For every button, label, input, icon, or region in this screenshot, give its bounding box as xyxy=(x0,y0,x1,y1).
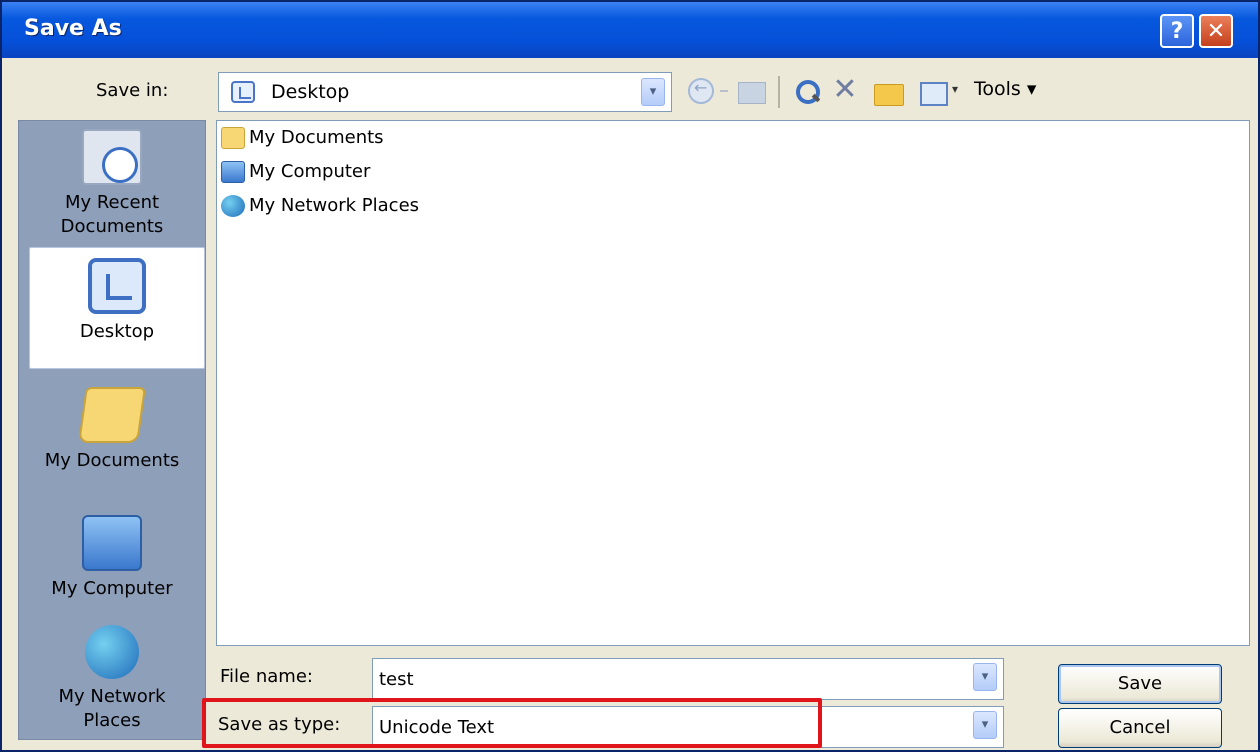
file-list[interactable]: My Documents My Computer My Network Plac… xyxy=(216,120,1250,646)
back-dropdown-divider xyxy=(720,90,728,92)
folder-icon xyxy=(221,127,245,149)
place-label: My Recent Documents xyxy=(60,192,164,237)
save-as-type-label: Save as type: xyxy=(218,714,341,735)
file-name: My Computer xyxy=(249,161,371,182)
place-my-recent-documents[interactable]: My Recent Documents xyxy=(19,129,205,239)
search-web-icon[interactable] xyxy=(794,78,820,104)
place-my-network-places[interactable]: My Network Places xyxy=(19,625,205,733)
chevron-down-icon[interactable]: ▾ xyxy=(973,663,997,691)
save-in-value: Desktop xyxy=(271,81,350,103)
cancel-button[interactable]: Cancel xyxy=(1058,708,1222,748)
save-in-label: Save in: xyxy=(96,80,169,101)
place-my-documents[interactable]: My Documents xyxy=(19,387,205,473)
my-documents-icon xyxy=(78,387,146,443)
chevron-down-icon[interactable]: ▾ xyxy=(641,78,665,106)
list-item[interactable]: My Documents xyxy=(221,123,384,153)
close-icon: ✕ xyxy=(1206,18,1226,44)
network-icon xyxy=(221,195,245,217)
toolbar-separator xyxy=(778,76,780,108)
computer-icon xyxy=(221,161,245,183)
title-bar[interactable]: Save As ? ✕ xyxy=(2,2,1258,58)
network-places-icon xyxy=(85,625,139,679)
my-computer-icon xyxy=(82,515,142,571)
file-name: My Documents xyxy=(249,127,384,148)
place-my-computer[interactable]: My Computer xyxy=(19,515,205,601)
tools-menu[interactable]: Tools ▾ xyxy=(974,78,1036,100)
save-as-type-value: Unicode Text xyxy=(379,717,495,738)
place-label: My Network Places xyxy=(58,686,166,731)
list-item[interactable]: My Computer xyxy=(221,157,370,187)
desktop-icon xyxy=(88,258,146,314)
desktop-icon xyxy=(231,81,255,103)
help-icon: ? xyxy=(1170,18,1184,44)
place-label: Desktop xyxy=(79,321,155,342)
file-name: My Network Places xyxy=(249,195,420,216)
save-in-dropdown[interactable]: Desktop ▾ xyxy=(218,72,672,112)
save-button[interactable]: Save xyxy=(1058,664,1222,704)
views-icon[interactable] xyxy=(920,82,948,106)
new-folder-icon[interactable] xyxy=(874,84,904,106)
place-desktop[interactable]: Desktop xyxy=(29,247,205,369)
place-label: My Documents xyxy=(44,450,180,471)
place-label: My Computer xyxy=(51,578,173,599)
save-as-dialog: Save As ? ✕ Save in: Desktop ▾ ✕ ▾ Tools… xyxy=(0,0,1260,752)
dialog-title: Save As xyxy=(24,16,122,41)
up-folder-icon[interactable] xyxy=(738,82,766,104)
recent-documents-icon xyxy=(82,129,142,185)
delete-icon[interactable]: ✕ xyxy=(832,75,858,105)
views-dropdown-icon[interactable]: ▾ xyxy=(952,82,958,96)
file-name-field[interactable]: test ▾ xyxy=(372,658,1004,700)
close-button[interactable]: ✕ xyxy=(1199,14,1233,48)
save-as-type-dropdown[interactable]: Unicode Text ▾ xyxy=(372,706,1004,748)
places-bar: My Recent Documents Desktop My Documents… xyxy=(18,120,206,740)
back-icon[interactable] xyxy=(688,78,714,104)
file-name-value: test xyxy=(379,669,414,690)
file-name-label: File name: xyxy=(220,666,313,687)
chevron-down-icon[interactable]: ▾ xyxy=(973,711,997,739)
help-button[interactable]: ? xyxy=(1160,14,1194,48)
list-item[interactable]: My Network Places xyxy=(221,191,419,221)
